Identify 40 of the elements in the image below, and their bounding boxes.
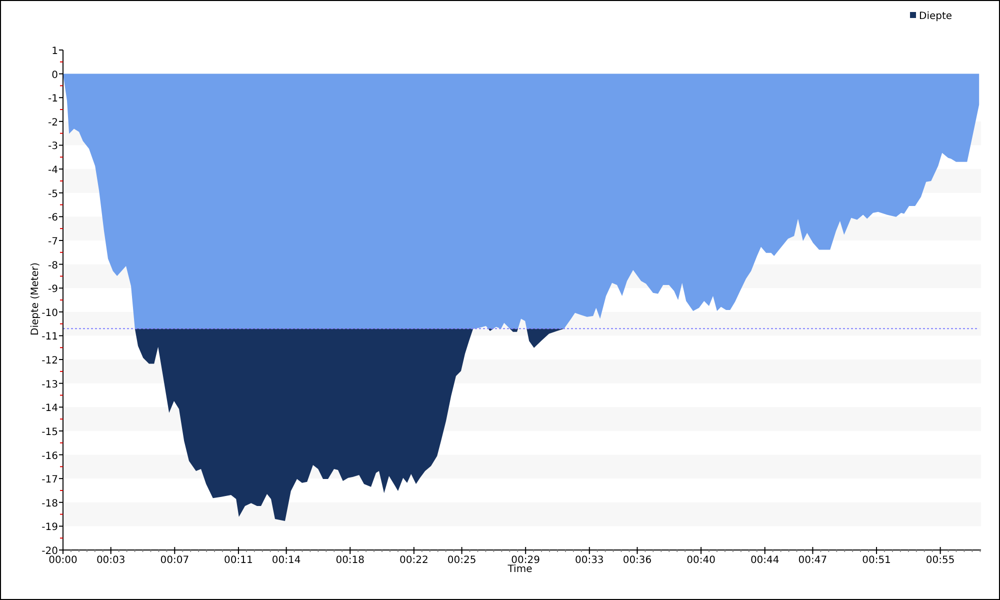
axis-tick-label: -8: [48, 260, 58, 272]
axis-tick-label: 00:03: [96, 555, 126, 566]
axis-tick-label: -15: [42, 426, 58, 438]
axis-title: Diepte (Meter): [30, 262, 41, 336]
axis-tick-label: 00:00: [48, 555, 78, 566]
axis-tick-label: 00:36: [622, 555, 652, 566]
axis-tick-label: -19: [42, 522, 58, 534]
axis-tick-label: 0: [52, 70, 58, 81]
axis-tick-label: -6: [48, 212, 58, 224]
axis-tick-label: 00:07: [160, 555, 190, 566]
axis-tick-label: 00:47: [798, 555, 828, 566]
axis-tick-label: 00:18: [336, 555, 365, 566]
axis-tick-label: -18: [42, 498, 58, 510]
axis-tick-label: -12: [42, 356, 58, 367]
axis-title: Time: [508, 564, 532, 575]
axis-tick-label: -1: [48, 94, 58, 105]
axis-tick-label: -14: [42, 403, 58, 414]
axis-tick-label: 00:25: [447, 555, 476, 566]
axis-tick-label: -10: [42, 308, 58, 319]
axis-tick-label: -4: [48, 165, 58, 176]
axis-tick-label: -7: [48, 236, 58, 248]
axis-tick-label: 1: [52, 46, 58, 57]
axis-tick-label: 00:14: [272, 555, 301, 566]
axis-tick-label: -20: [42, 546, 58, 557]
axis-tick-label: 00:44: [750, 555, 780, 566]
axis-tick-label: -5: [48, 188, 58, 200]
axis-tick-label: -3: [48, 141, 58, 152]
axis-tick-label: -17: [42, 474, 58, 486]
axis-tick-label: -2: [48, 117, 58, 128]
axis-tick-label: 00:51: [862, 555, 891, 566]
axis-tick-label: -13: [42, 379, 58, 390]
axis-tick-label: 00:22: [400, 555, 428, 566]
axis-tick-label: 00:40: [686, 555, 716, 566]
legend-label: Diepte: [919, 11, 952, 22]
axis-tick-label: -9: [48, 284, 58, 296]
axis-tick-label: -16: [42, 450, 58, 462]
axis-tick-label: 00:11: [224, 555, 253, 566]
axis-tick-label: 00:33: [574, 555, 604, 566]
axis-tick-label: 00:55: [926, 555, 955, 566]
axis-tick-label: -11: [42, 332, 58, 343]
